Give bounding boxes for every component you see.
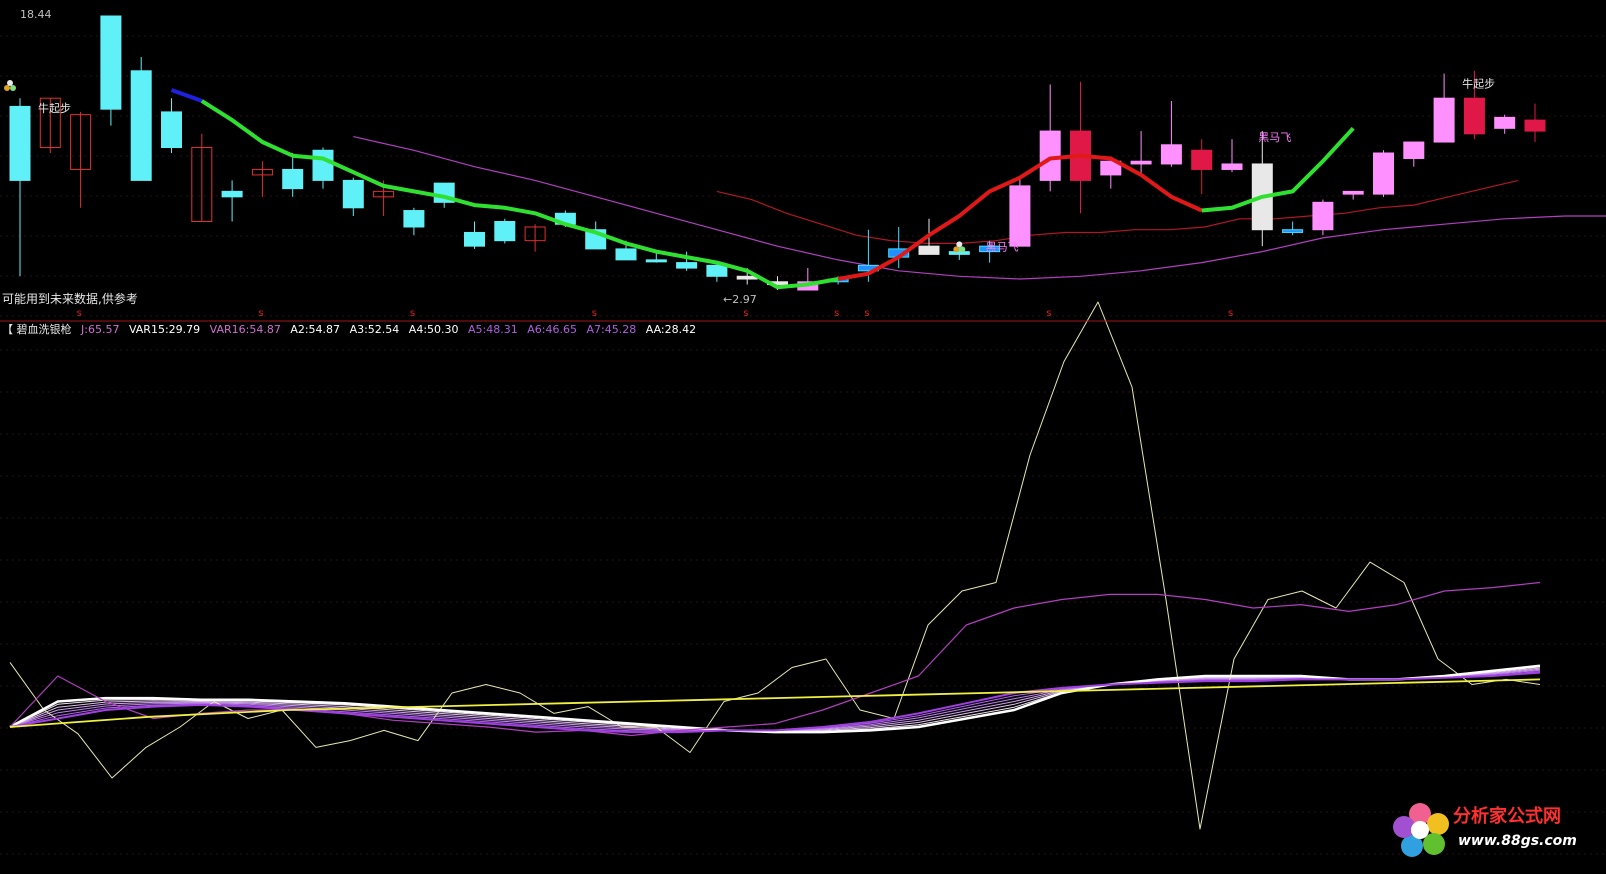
indicator-value-aa: AA:28.42 <box>646 323 696 336</box>
candle-body <box>464 231 485 247</box>
site-logo: 分析家公式网 www.88gs.com <box>1393 803 1577 857</box>
flower-icon <box>1393 803 1449 857</box>
trend-line-blue <box>170 88 203 103</box>
s-marker: s <box>1046 308 1051 319</box>
candle-body <box>645 259 667 263</box>
chart-root: 牛起步牛起步黑马飞黑马飞s s s s s s s s s 18.44 ←2.97 可能用到未来… <box>0 8 1606 857</box>
s-marker: s <box>592 308 597 319</box>
indicator-lines <box>9 301 1541 830</box>
candles <box>9 15 1546 291</box>
candle-body <box>1191 149 1213 170</box>
candle-body <box>9 105 31 181</box>
logo-url: www.88gs.com <box>1458 833 1577 849</box>
indicator-value-var16: VAR16:54.87 <box>210 323 281 336</box>
signal-dot-icon <box>953 246 960 253</box>
indicator-value-a6: A6:46.65 <box>527 323 577 336</box>
logo-name: 分析家公式网 <box>1453 805 1561 827</box>
candle-body <box>918 245 940 255</box>
signal-heima-label: 黑马飞 <box>1258 131 1291 144</box>
signal-niu-label: 牛起步 <box>38 101 71 115</box>
future-data-warning: 可能用到未来数据,供参考 <box>2 291 138 306</box>
price-high-label: 18.44 <box>20 8 52 21</box>
indicator-value-a7: A7:45.28 <box>587 323 637 336</box>
s-marker: s <box>77 308 82 319</box>
s-marker: s <box>258 308 263 319</box>
candle-body <box>1403 141 1425 159</box>
s-marker: s <box>410 308 415 319</box>
candle-body <box>312 149 334 181</box>
candle-body <box>1342 190 1364 195</box>
indicator-value-a3: A3:52.54 <box>350 323 400 336</box>
signal-dot-icon <box>10 85 16 91</box>
candle-body <box>1009 185 1031 247</box>
s-marker: s <box>864 308 869 319</box>
candle-body <box>706 264 728 277</box>
candle-body <box>1312 201 1334 231</box>
candle-body <box>1160 144 1182 165</box>
signal-dot-icon <box>959 246 966 253</box>
candle-body <box>1373 152 1394 195</box>
candle-body <box>342 179 364 209</box>
signal-niu-label: 牛起步 <box>1462 77 1495 91</box>
candle-body <box>1221 163 1243 170</box>
candle-body <box>1433 97 1455 143</box>
signal-dot-icon <box>956 241 963 248</box>
indicator-value-a2: A2:54.87 <box>290 323 340 336</box>
indicator-header: 【 碧血洗银枪 J:65.57 VAR15:29.79 VAR16:54.87 … <box>2 322 696 336</box>
signal-dot-icon <box>7 80 13 86</box>
indicator-value-var15: VAR15:29.79 <box>129 323 200 336</box>
signal-dot-icon <box>4 85 10 91</box>
candle-body <box>1130 160 1152 165</box>
signal-heima-label: 黑马飞 <box>986 241 1019 254</box>
s-marker: s <box>834 308 839 319</box>
candle-body <box>161 111 182 149</box>
indicator-name: 碧血洗银枪 <box>17 322 72 336</box>
candle-body <box>403 210 425 228</box>
candle-body <box>676 262 698 269</box>
price-low-label: ←2.97 <box>723 293 757 306</box>
indicator-value-a4: A4:50.30 <box>409 323 459 336</box>
candle-body <box>1524 119 1546 132</box>
candle-body <box>1494 116 1516 129</box>
indicator-prefix: 【 <box>2 323 13 336</box>
candle-body <box>282 168 304 190</box>
s-marker: s <box>743 308 748 319</box>
indicator-value-j: J:65.57 <box>80 323 119 336</box>
candle-body <box>130 70 152 181</box>
s-marker: s <box>1228 308 1233 319</box>
indicator-line-j <box>9 301 1541 830</box>
candle-body <box>948 251 970 255</box>
candle-body <box>1039 130 1061 181</box>
candle-body <box>1463 97 1485 135</box>
candle-body <box>615 248 637 261</box>
candle-body <box>1282 229 1304 233</box>
candle-body <box>221 190 243 198</box>
trend-line-green <box>200 99 839 290</box>
indicator-value-a5: A5:48.31 <box>468 323 518 336</box>
ma-red-line <box>716 179 1519 244</box>
candle-body <box>494 221 516 242</box>
candle-body <box>100 15 122 110</box>
